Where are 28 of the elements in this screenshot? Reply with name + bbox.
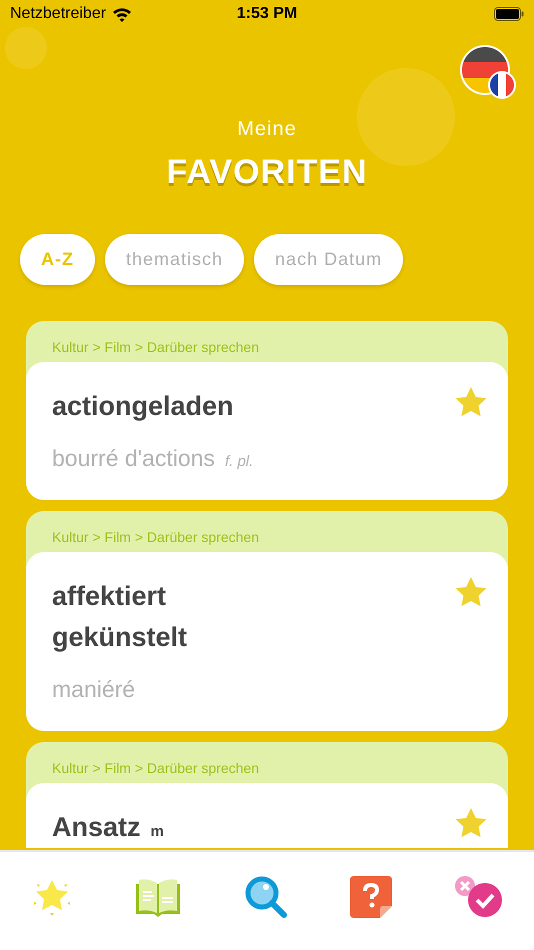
- carrier-name: Netzbetreiber: [10, 5, 106, 23]
- gender-label: f. pl.: [224, 453, 254, 470]
- german-term: actiongeladen: [52, 390, 234, 423]
- category-path: Kultur > Film > Darüber sprechen: [51, 338, 260, 357]
- french-translation: bourré d'actions: [52, 445, 215, 472]
- german-term: gekünstelt: [52, 621, 188, 654]
- favorite-card[interactable]: Kultur > Film > Darüber sprechen affektiert gekünstelt maniéré: [26, 511, 508, 731]
- favorite-card[interactable]: Kultur > Film > Darüber sprechen actiongeladen bourré d'actions f. pl.: [26, 321, 508, 500]
- search-icon[interactable]: [242, 874, 289, 920]
- check-cross-icon[interactable]: [453, 876, 504, 918]
- star-icon[interactable]: [454, 386, 488, 418]
- german-term: affektiert: [52, 580, 168, 613]
- question-card-icon[interactable]: [350, 876, 392, 918]
- french-translation: maniéré: [52, 676, 136, 703]
- star-icon[interactable]: [454, 807, 488, 839]
- clock-time: 1:53 PM: [236, 5, 298, 23]
- star-icon[interactable]: [454, 576, 488, 608]
- battery-icon: [494, 7, 524, 21]
- gender-label: m: [150, 823, 164, 840]
- favorite-card[interactable]: Kultur > Film > Darüber sprechen Ansatz m: [26, 742, 508, 848]
- category-path: Kultur > Film > Darüber sprechen: [51, 759, 260, 778]
- category-path: Kultur > Film > Darüber sprechen: [51, 528, 260, 547]
- page-title: FAVORITEN: [166, 153, 368, 192]
- language-flags-icon[interactable]: [460, 45, 516, 101]
- background-bubble: [5, 27, 47, 69]
- wifi-icon: [112, 6, 132, 22]
- german-term: Ansatz: [52, 811, 141, 844]
- header-subtitle: Meine: [237, 118, 297, 141]
